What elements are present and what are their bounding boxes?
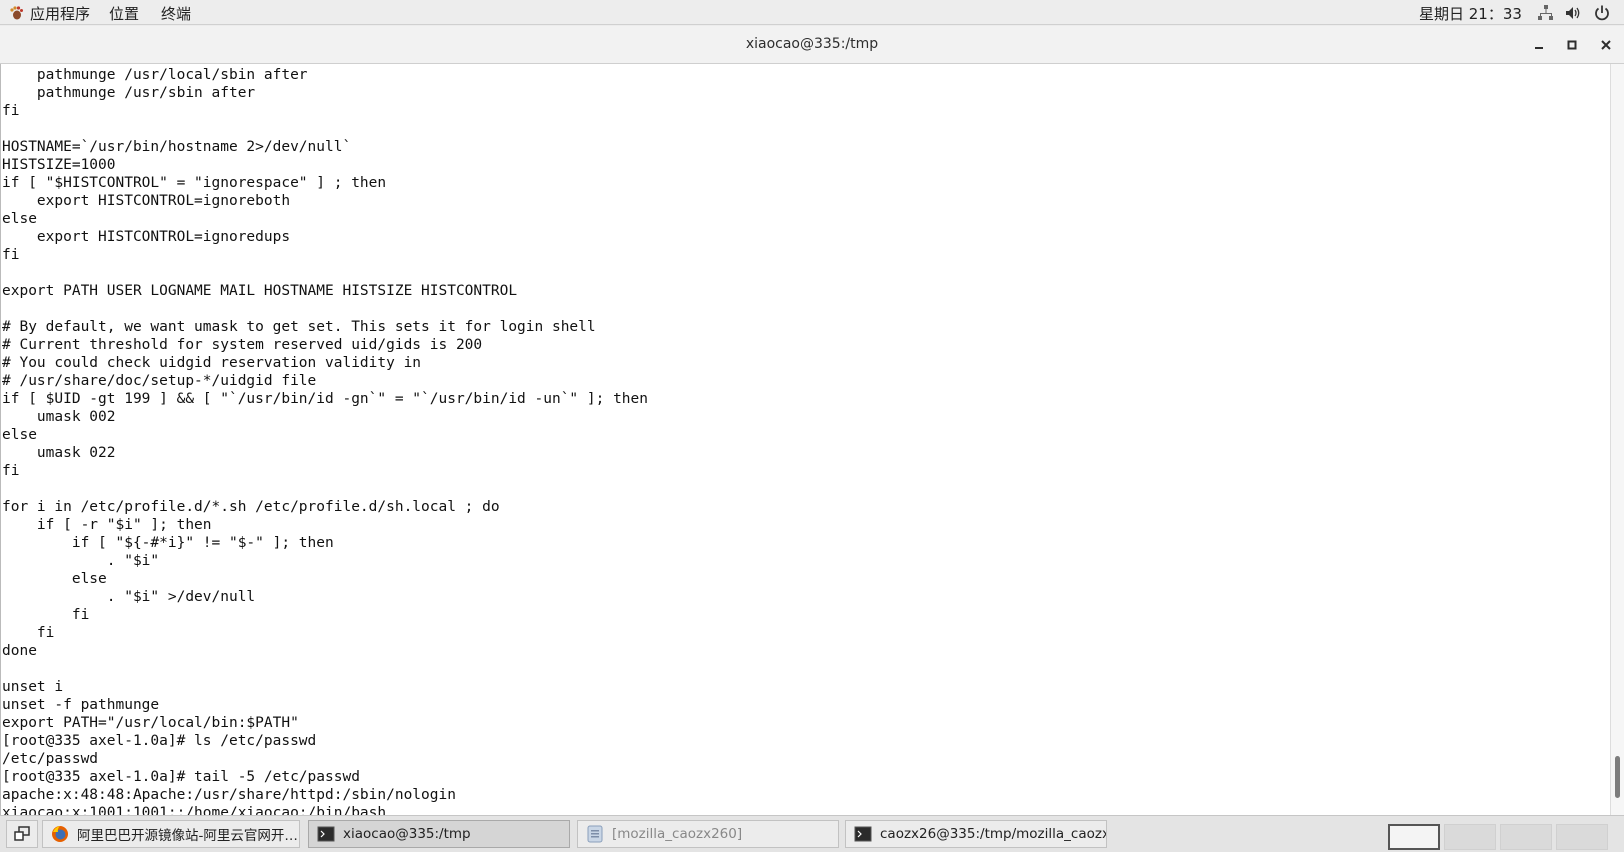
terminal-line: # Current threshold for system reserved … (2, 337, 483, 353)
terminal-line: # By default, we want umask to get set. … (2, 319, 596, 335)
terminal-line: unset i (2, 679, 64, 695)
scrollbar-thumb[interactable] (1615, 756, 1620, 798)
terminal-line: fi (2, 103, 20, 119)
clock[interactable]: 星期日 21：33 (1419, 3, 1522, 24)
terminal-line: fi (2, 607, 90, 623)
show-desktop-button[interactable] (6, 820, 38, 848)
firefox-icon (51, 825, 69, 843)
maximize-button[interactable] (1561, 34, 1583, 56)
terminal-line: fi (2, 625, 55, 641)
taskbar: 阿里巴巴开源镜像站-阿里云官网开… xiaocao@335:/tmp [mozi… (0, 815, 1624, 852)
terminal-line: export HISTCONTROL=ignoreboth (2, 193, 291, 209)
terminal-line: if [ $UID -gt 199 ] && [ "`/usr/bin/id -… (2, 391, 649, 407)
workspace-2[interactable] (1444, 824, 1496, 850)
task-label: xiaocao@335:/tmp (343, 826, 471, 842)
workspace-3[interactable] (1500, 824, 1552, 850)
terminal-line: else (2, 571, 107, 587)
terminal-line: apache:x:48:48:Apache:/usr/share/httpd:/… (2, 787, 456, 803)
terminal-line: /etc/passwd (2, 751, 99, 767)
terminal-menu[interactable]: 终端 (161, 3, 191, 24)
terminal-icon (317, 825, 335, 843)
terminal-line: if [ -r "$i" ]; then (2, 517, 212, 533)
terminal-line: done (2, 643, 37, 659)
task-firefox[interactable]: 阿里巴巴开源镜像站-阿里云官网开… (42, 820, 300, 848)
terminal-line: for i in /etc/profile.d/*.sh /etc/profil… (2, 499, 500, 515)
terminal-view[interactable]: pathmunge /usr/local/sbin after pathmung… (0, 64, 1610, 815)
task-label: [mozilla_caozx260] (612, 826, 743, 842)
task-file-manager[interactable]: [mozilla_caozx260] (577, 820, 839, 848)
task-label: 阿里巴巴开源镜像站-阿里云官网开… (77, 828, 298, 844)
terminal-line: unset -f pathmunge (2, 697, 160, 713)
terminal-line: fi (2, 463, 20, 479)
terminal-scrollbar[interactable] (1610, 64, 1624, 815)
applications-menu[interactable]: 应用程序 (30, 3, 90, 24)
task-label: caozx26@335:/tmp/mozilla_caozx… (880, 826, 1107, 842)
minimize-button[interactable] (1528, 34, 1550, 56)
terminal-line: export PATH USER LOGNAME MAIL HOSTNAME H… (2, 283, 518, 299)
workspace-4[interactable] (1556, 824, 1608, 850)
window-titlebar[interactable]: xiaocao@335:/tmp (0, 26, 1624, 64)
terminal-line: # /usr/share/doc/setup-*/uidgid file (2, 373, 317, 389)
terminal-line: pathmunge /usr/local/sbin after (2, 67, 308, 83)
terminal-line: export HISTCONTROL=ignoredups (2, 229, 291, 245)
terminal-line: umask 002 (2, 409, 116, 425)
close-button[interactable] (1595, 34, 1617, 56)
terminal-line: if [ "$HISTCONTROL" = "ignorespace" ] ; … (2, 175, 387, 191)
workspace-1[interactable] (1388, 824, 1440, 850)
terminal-line: . "$i" (2, 553, 160, 569)
terminal-line: else (2, 427, 37, 443)
gnome-foot-icon[interactable] (8, 5, 24, 21)
window-title: xiaocao@335:/tmp (745, 36, 879, 52)
terminal-line: pathmunge /usr/sbin after (2, 85, 256, 101)
file-manager-icon (586, 825, 604, 843)
terminal-line: [root@335 axel-1.0a]# ls /etc/passwd (2, 733, 317, 749)
places-menu[interactable]: 位置 (109, 3, 139, 24)
terminal-line: . "$i" >/dev/null (2, 589, 256, 605)
network-icon[interactable] (1537, 4, 1555, 22)
terminal-line: [root@335 axel-1.0a]# tail -5 /etc/passw… (2, 769, 360, 785)
terminal-line: if [ "${-#*i}" != "$-" ]; then (2, 535, 334, 551)
terminal-line: umask 022 (2, 445, 116, 461)
terminal-output: pathmunge /usr/local/sbin after pathmung… (1, 64, 1610, 815)
terminal-line: xiaocao:x:1001:1001::/home/xiaocao:/bin/… (2, 805, 387, 815)
terminal-line: # You could check uidgid reservation val… (2, 355, 422, 371)
terminal-line: HISTSIZE=1000 (2, 157, 116, 173)
terminal-line: HOSTNAME=`/usr/bin/hostname 2>/dev/null` (2, 139, 352, 155)
top-panel: 应用程序 位置 终端 星期日 21：33 (0, 0, 1624, 25)
terminal-line: export PATH="/usr/local/bin:$PATH" (2, 715, 299, 731)
terminal-line: else (2, 211, 37, 227)
volume-icon[interactable] (1564, 4, 1582, 22)
task-terminal-xiaocao[interactable]: xiaocao@335:/tmp (308, 820, 570, 848)
task-terminal-caozx26[interactable]: caozx26@335:/tmp/mozilla_caozx… (845, 820, 1107, 848)
terminal-icon (854, 825, 872, 843)
power-icon[interactable] (1593, 4, 1611, 22)
show-desktop-icon (14, 826, 30, 841)
terminal-line: fi (2, 247, 20, 263)
